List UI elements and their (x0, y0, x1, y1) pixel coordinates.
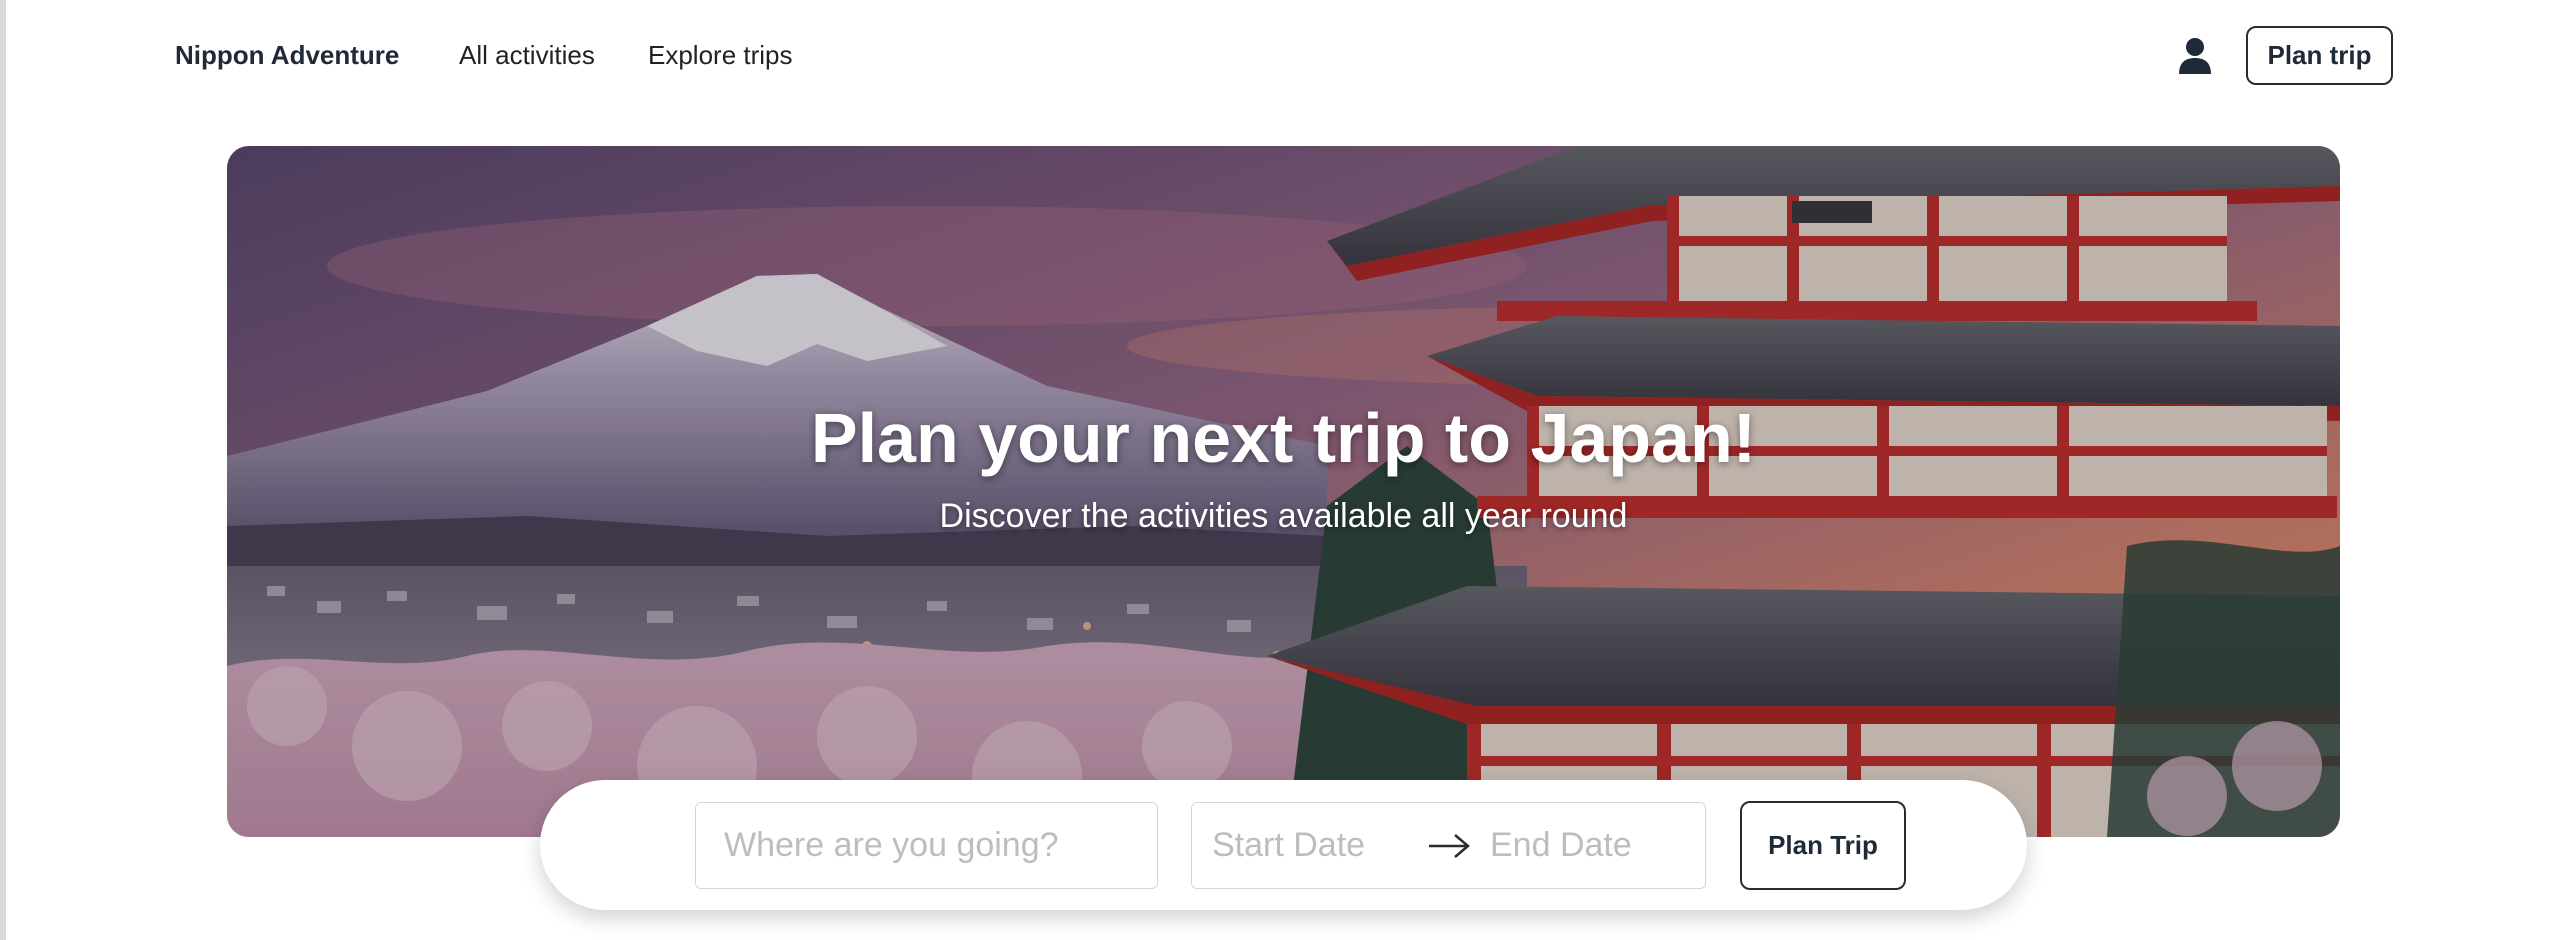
hero-subtitle: Discover the activities available all ye… (939, 497, 1628, 535)
hero-title: Plan your next trip to Japan! (810, 399, 1757, 477)
hero-overlay (227, 146, 2340, 837)
start-date-field[interactable]: Start Date (1212, 803, 1365, 888)
top-nav: Nippon Adventure All activities Explore … (0, 0, 2560, 112)
nav-link-explore-trips[interactable]: Explore trips (648, 40, 793, 71)
arrow-right-icon (1429, 834, 1470, 858)
trip-search-bar: Start Date End Date Plan Trip (540, 780, 2027, 910)
destination-input[interactable] (695, 802, 1158, 889)
hero-banner: Plan your next trip to Japan! Discover t… (227, 146, 2340, 837)
end-date-field[interactable]: End Date (1490, 803, 1632, 888)
brand-logo[interactable]: Nippon Adventure (175, 40, 399, 71)
plan-trip-header-button[interactable]: Plan trip (2246, 26, 2393, 85)
nav-link-all-activities[interactable]: All activities (459, 40, 595, 71)
plan-trip-button[interactable]: Plan Trip (1740, 801, 1906, 890)
user-icon[interactable] (2177, 37, 2213, 75)
date-range-picker[interactable]: Start Date End Date (1191, 802, 1706, 889)
window-edge (0, 0, 6, 940)
page: Nippon Adventure All activities Explore … (0, 0, 2560, 940)
